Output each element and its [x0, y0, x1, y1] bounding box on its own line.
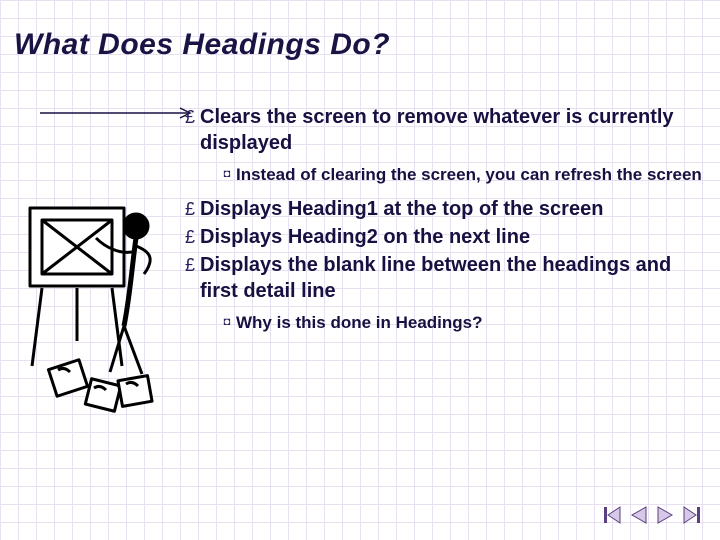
bullet-icon: £	[180, 104, 200, 130]
content-area: £ Clears the screen to remove whatever i…	[180, 104, 702, 344]
list-item: £ Displays Heading2 on the next line	[180, 224, 702, 250]
list-sub-item: ◘ Why is this done in Headings?	[218, 312, 702, 334]
sub-bullet-text: Why is this done in Headings?	[236, 312, 702, 334]
bullet-text: Displays the blank line between the head…	[200, 252, 702, 304]
bullet-icon: £	[180, 224, 200, 250]
bullet-text: Displays Heading1 at the top of the scre…	[200, 196, 702, 222]
nav-first-icon[interactable]	[602, 504, 624, 526]
sub-bullet-icon: ◘	[218, 312, 236, 332]
slide-title: What Does Headings Do?	[0, 0, 720, 62]
list-item: £ Displays Heading1 at the top of the sc…	[180, 196, 702, 222]
list-item: £ Clears the screen to remove whatever i…	[180, 104, 702, 156]
bullet-icon: £	[180, 252, 200, 278]
sub-bullet-icon: ◘	[218, 164, 236, 184]
sub-bullet-text: Instead of clearing the screen, you can …	[236, 164, 702, 186]
bullet-text: Clears the screen to remove whatever is …	[200, 104, 702, 156]
bullet-icon: £	[180, 196, 200, 222]
list-sub-item: ◘ Instead of clearing the screen, you ca…	[218, 164, 702, 186]
arrow-icon	[40, 106, 200, 120]
painter-clipart-icon	[24, 196, 182, 426]
nav-next-icon[interactable]	[654, 504, 676, 526]
nav-controls	[602, 504, 702, 526]
list-item: £ Displays the blank line between the he…	[180, 252, 702, 304]
nav-last-icon[interactable]	[680, 504, 702, 526]
nav-prev-icon[interactable]	[628, 504, 650, 526]
bullet-text: Displays Heading2 on the next line	[200, 224, 702, 250]
